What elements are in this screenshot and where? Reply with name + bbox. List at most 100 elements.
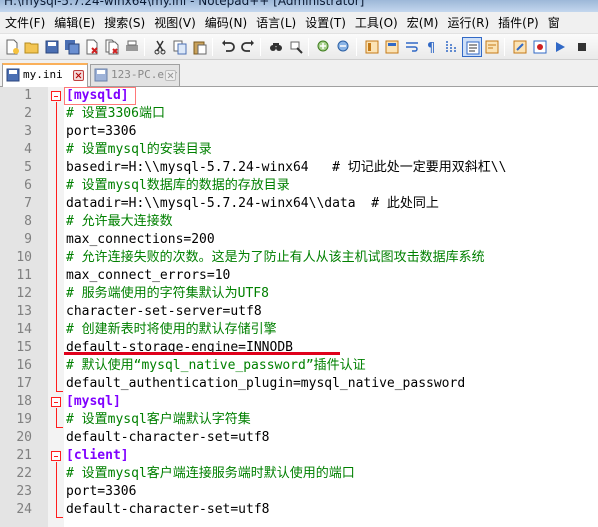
line-number: 11 [16, 268, 32, 283]
record-macro-icon[interactable] [530, 37, 550, 57]
line-text: # 创建新表时将使用的默认存储引擎 [66, 322, 277, 337]
doc-map-icon[interactable] [482, 37, 502, 57]
code-line: 7 datadir=H:\\mysql-5.7.24-winx64\\data #… [0, 195, 598, 213]
zoom-in-icon[interactable] [314, 37, 334, 57]
line-number: 3 [24, 124, 32, 139]
find-icon[interactable] [266, 37, 286, 57]
menu-edit[interactable]: 编辑(E) [51, 12, 101, 34]
print-icon[interactable] [122, 37, 142, 57]
menu-file[interactable]: 文件(F) [2, 12, 51, 34]
line-text: character-set-server=utf8 [66, 304, 262, 319]
line-number: 1 [24, 88, 32, 103]
user-lang-icon[interactable] [462, 37, 482, 57]
open-file-icon[interactable] [22, 37, 42, 57]
menu-search[interactable]: 搜索(S) [101, 12, 151, 34]
paste-icon[interactable] [190, 37, 210, 57]
tab-label: my.ini [23, 68, 63, 81]
line-number: 17 [16, 376, 32, 391]
menu-settings[interactable]: 设置(T) [302, 12, 352, 34]
menu-macro[interactable]: 宏(M) [404, 12, 445, 34]
editor[interactable]: 1 [mysqld] 2 # 设置3306端口 3 port=3306 4 # 设置my… [0, 87, 598, 527]
function-list-icon[interactable] [510, 37, 530, 57]
tab-my-ini[interactable]: my.ini [2, 63, 88, 87]
code-line: 17 default_authentication_plugin=mysql_na… [0, 375, 598, 393]
sync-vertical-icon[interactable] [362, 37, 382, 57]
saved-file-icon [6, 68, 20, 82]
play-macro-icon[interactable] [550, 37, 570, 57]
line-text: [mysql] [66, 394, 121, 409]
line-number: 14 [16, 322, 32, 337]
line-number: 22 [16, 466, 32, 481]
svg-text:¶: ¶ [427, 41, 435, 55]
menu-run[interactable]: 运行(R) [444, 12, 495, 34]
new-file-icon[interactable] [2, 37, 22, 57]
tab-bar: my.ini 123-PC.err [0, 60, 598, 87]
all-chars-icon[interactable]: ¶ [422, 37, 442, 57]
line-text: # 设置mysql客户端连接服务端时默认使用的端口 [66, 466, 355, 481]
line-text: port=3306 [66, 484, 137, 499]
menu-encoding[interactable]: 编码(N) [202, 12, 253, 34]
code-line: 16 # 默认使用“mysql_native_password”插件认证 [0, 357, 598, 375]
code-line: 3 port=3306 [0, 123, 598, 141]
copy-icon[interactable] [170, 37, 190, 57]
line-text: [client] [66, 448, 129, 463]
line-number: 19 [16, 412, 32, 427]
line-number: 21 [16, 448, 32, 463]
sync-horizontal-icon[interactable] [382, 37, 402, 57]
menu-plugins[interactable]: 插件(P) [495, 12, 545, 34]
line-number: 24 [16, 502, 32, 517]
menu-tools[interactable]: 工具(O) [352, 12, 404, 34]
menu-language[interactable]: 语言(L) [253, 12, 302, 34]
line-number: 4 [24, 142, 32, 157]
line-number: 10 [16, 250, 32, 265]
close-all-icon[interactable] [102, 37, 122, 57]
menu-view[interactable]: 视图(V) [151, 12, 202, 34]
line-number: 2 [24, 106, 32, 121]
save-icon[interactable] [42, 37, 62, 57]
indent-guide-icon[interactable] [442, 37, 462, 57]
save-all-icon[interactable] [62, 37, 82, 57]
title-bar: H:\mysql-5.7.24-winx64\my.ini - Notepad+… [0, 0, 598, 12]
line-text: basedir=H:\\mysql-5.7.24-winx64 # 切记此处一定… [66, 160, 507, 175]
line-number: 8 [24, 214, 32, 229]
zoom-out-icon[interactable] [334, 37, 354, 57]
code-line: 18 [mysql] [0, 393, 598, 411]
tab-123-pc-err[interactable]: 123-PC.err [90, 64, 180, 86]
close-tab-icon[interactable] [73, 70, 84, 81]
code-line: 2 # 设置3306端口 [0, 105, 598, 123]
line-number: 6 [24, 178, 32, 193]
line-number: 20 [16, 430, 32, 445]
cut-icon[interactable] [150, 37, 170, 57]
line-text: default-character-set=utf8 [66, 502, 270, 517]
word-wrap-icon[interactable] [402, 37, 422, 57]
close-icon[interactable] [82, 37, 102, 57]
line-text: # 允许连接失败的次数。这是为了防止有人从该主机试图攻击数据库系统 [66, 250, 485, 265]
redo-icon[interactable] [238, 37, 258, 57]
replace-icon[interactable] [286, 37, 306, 57]
window-title: H:\mysql-5.7.24-winx64\my.ini - Notepad+… [4, 0, 365, 8]
code-line: 5 basedir=H:\\mysql-5.7.24-winx64 # 切记此处一… [0, 159, 598, 177]
code-line: 20 default-character-set=utf8 [0, 429, 598, 447]
toolbar: ¶ [0, 34, 598, 60]
code-line: 19 # 设置mysql客户端默认字符集 [0, 411, 598, 429]
line-number: 9 [24, 232, 32, 247]
saved-file-icon [94, 68, 108, 82]
line-number: 23 [16, 484, 32, 499]
annotation-underline [64, 352, 340, 355]
undo-icon[interactable] [218, 37, 238, 57]
close-tab-icon[interactable] [165, 70, 176, 81]
code-line: 8 # 允许最大连接数 [0, 213, 598, 231]
code-line: 13 character-set-server=utf8 [0, 303, 598, 321]
line-text: # 设置3306端口 [66, 106, 165, 121]
line-text: max_connections=200 [66, 232, 215, 247]
line-number: 18 [16, 394, 32, 409]
code-line: 24 default-character-set=utf8 [0, 501, 598, 519]
line-text: datadir=H:\\mysql-5.7.24-winx64\\data # … [66, 196, 439, 211]
code-line: 10 # 允许连接失败的次数。这是为了防止有人从该主机试图攻击数据库系统 [0, 249, 598, 267]
code-line: 11 max_connect_errors=10 [0, 267, 598, 285]
code-line: 22 # 设置mysql客户端连接服务端时默认使用的端口 [0, 465, 598, 483]
menu-window[interactable]: 窗 [545, 12, 566, 34]
line-text: # 设置mysql客户端默认字符集 [66, 412, 251, 427]
stop-macro-icon[interactable] [572, 37, 592, 57]
code-line: 4 # 设置mysql的安装目录 [0, 141, 598, 159]
